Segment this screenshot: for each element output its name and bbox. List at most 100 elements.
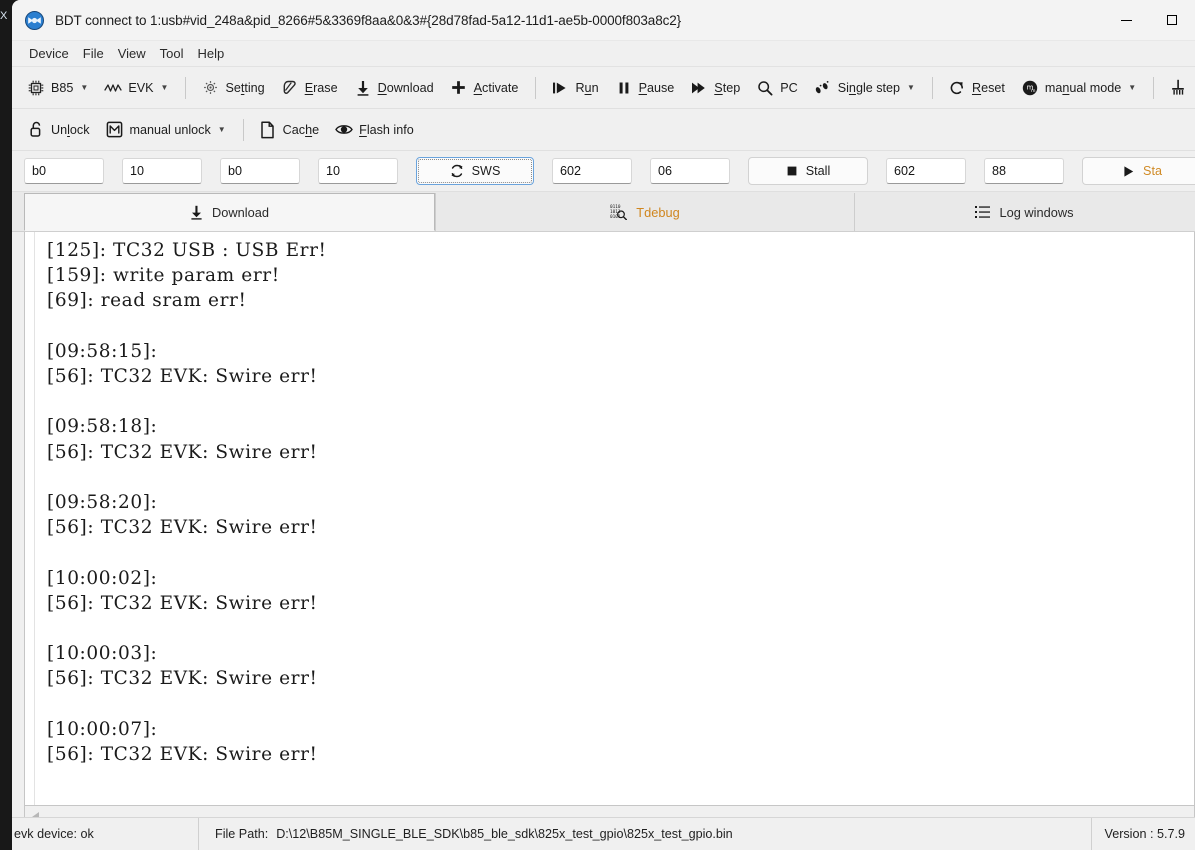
- toolbar-button-pc[interactable]: PC: [749, 73, 805, 103]
- toolbar-separator: [535, 76, 537, 99]
- toolbar-label-unlock: Unlock: [51, 122, 90, 137]
- toolbar-button-pin[interactable]: [1162, 73, 1195, 103]
- log-text: [125]: TC32 USB : USB Err! [159]: write …: [47, 240, 327, 766]
- toolbar-button-run[interactable]: Run: [544, 73, 605, 103]
- status-file-path-label: File Path:: [215, 827, 269, 841]
- status-file-path-value: D:\12\B85M_SINGLE_BLE_SDK\b85_ble_sdk\82…: [276, 827, 733, 841]
- toolbar-label-cache: Cache: [282, 122, 320, 137]
- tab-log-windows-label: Log windows: [999, 204, 1074, 220]
- step-icon: [690, 79, 708, 97]
- m-box-icon: [106, 121, 124, 139]
- field-sws-val2[interactable]: [650, 158, 730, 184]
- parameter-field-row: SWS Stall Sta: [12, 151, 1195, 192]
- field-stall-val2[interactable]: [984, 158, 1064, 184]
- toolbar-button-reset[interactable]: Reset: [941, 73, 1012, 103]
- field-stall-val1[interactable]: [886, 158, 966, 184]
- toolbar-label-run: Run: [575, 80, 599, 95]
- toolbar-button-setting[interactable]: Setting: [194, 73, 271, 103]
- menu-item-file[interactable]: File: [76, 43, 111, 64]
- toolbar-label-single-step: Single step: [837, 80, 901, 95]
- window-title: BDT connect to 1:usb#vid_248a&pid_8266#5…: [55, 12, 682, 28]
- toolbar-button-download[interactable]: Download: [347, 73, 441, 103]
- menu-item-view[interactable]: View: [111, 43, 153, 64]
- maximize-icon: [1167, 15, 1177, 25]
- chevron-down-icon[interactable]: ▼: [907, 83, 915, 92]
- refresh-icon: [450, 164, 464, 178]
- tab-tdebug-label: Tdebug: [636, 204, 680, 220]
- start-button[interactable]: Sta: [1082, 157, 1195, 185]
- toolbar-button-b85[interactable]: B85 ▼: [20, 73, 95, 103]
- download-arrow-icon: [354, 79, 372, 97]
- toolbar-button-manual-mode[interactable]: m m manual mode ▼: [1014, 73, 1143, 103]
- menu-item-help[interactable]: Help: [191, 43, 232, 64]
- chevron-down-icon[interactable]: ▼: [80, 83, 88, 92]
- pause-icon: [615, 79, 633, 97]
- footsteps-icon: [814, 79, 832, 97]
- maximize-button[interactable]: [1149, 0, 1195, 40]
- menu-item-tool[interactable]: Tool: [153, 43, 191, 64]
- field-len1[interactable]: [122, 158, 202, 184]
- main-toolbar: B85 ▼ EVK ▼ Setting Erase Download Activ…: [12, 67, 1195, 109]
- log-output-pane[interactable]: [125]: TC32 USB : USB Err! [159]: write …: [24, 232, 1195, 806]
- square-stop-icon: [786, 165, 798, 177]
- status-device: evk device: ok: [14, 827, 94, 841]
- tab-download[interactable]: Download: [24, 193, 435, 231]
- status-version: Version : 5.7.9: [1104, 827, 1185, 841]
- field-addr2[interactable]: [220, 158, 300, 184]
- padlock-open-icon: [27, 121, 45, 139]
- toolbar-button-step[interactable]: Step: [683, 73, 747, 103]
- pin-icon: [1169, 79, 1187, 97]
- chip-icon: [27, 79, 45, 97]
- stall-button[interactable]: Stall: [748, 157, 868, 185]
- tab-download-label: Download: [212, 204, 269, 220]
- eraser-icon: [281, 79, 299, 97]
- toolbar-button-evk[interactable]: EVK ▼: [97, 73, 175, 103]
- tab-log-windows[interactable]: Log windows: [855, 193, 1193, 231]
- magnifier-icon: [756, 79, 774, 97]
- menu-item-device[interactable]: Device: [22, 43, 76, 64]
- start-button-label: Sta: [1143, 164, 1162, 178]
- toolbar-button-unlock[interactable]: Unlock: [20, 115, 97, 145]
- toolbar-button-single-step[interactable]: Single step ▼: [807, 73, 922, 103]
- toolbar-button-flash-info[interactable]: Flash info: [328, 115, 421, 145]
- tab-strip: Download 0110 1011 0101 Tdebug Log windo…: [12, 192, 1195, 232]
- status-file-path: File Path: D:\12\B85M_SINGLE_BLE_SDK\b85…: [199, 818, 1091, 850]
- sws-button-label: SWS: [471, 164, 501, 178]
- secondary-toolbar: Unlock manual unlock ▼ Cache Flash info: [12, 109, 1195, 151]
- reset-icon: [948, 79, 966, 97]
- toolbar-button-pause[interactable]: Pause: [608, 73, 682, 103]
- window-controls: [1103, 0, 1195, 40]
- tab-tdebug[interactable]: 0110 1011 0101 Tdebug: [435, 193, 855, 231]
- toolbar-label-step: Step: [714, 80, 741, 95]
- chevron-down-icon[interactable]: ▼: [218, 125, 226, 134]
- bdt-app-icon: [25, 10, 44, 30]
- toolbar-button-erase[interactable]: Erase: [274, 73, 345, 103]
- toolbar-button-activate[interactable]: Activate: [443, 73, 526, 103]
- toolbar-separator: [1153, 76, 1155, 99]
- stall-button-label: Stall: [805, 164, 831, 178]
- field-addr1[interactable]: [24, 158, 104, 184]
- chevron-down-icon[interactable]: ▼: [161, 83, 169, 92]
- chevron-down-icon[interactable]: ▼: [1128, 83, 1136, 92]
- toolbar-label-b85: B85: [51, 80, 74, 95]
- toolbar-label-flash-info: Flash info: [359, 122, 414, 137]
- manual-mode-icon: m m: [1021, 79, 1039, 97]
- gear-icon: [201, 79, 219, 97]
- svg-text:m: m: [1031, 88, 1036, 93]
- toolbar-button-cache[interactable]: Cache: [252, 115, 326, 145]
- bdt-main-window: BDT connect to 1:usb#vid_248a&pid_8266#5…: [12, 0, 1195, 850]
- toolbar-button-manual-unlock[interactable]: manual unlock ▼: [99, 115, 233, 145]
- log-left-guide: [34, 232, 35, 805]
- field-len2[interactable]: [318, 158, 398, 184]
- toolbar-label-download: Download: [377, 80, 434, 95]
- minimize-button[interactable]: [1103, 0, 1149, 40]
- sws-button[interactable]: SWS: [416, 157, 534, 185]
- toolbar-label-erase: Erase: [304, 80, 338, 95]
- toolbar-separator: [242, 118, 244, 141]
- field-sws-val1[interactable]: [552, 158, 632, 184]
- toolbar-label-evk: EVK: [128, 80, 154, 95]
- run-icon: [551, 79, 569, 97]
- list-icon: [974, 205, 991, 219]
- binary-search-icon: 0110 1011 0101: [610, 204, 628, 220]
- toolbar-label-reset: Reset: [971, 80, 1005, 95]
